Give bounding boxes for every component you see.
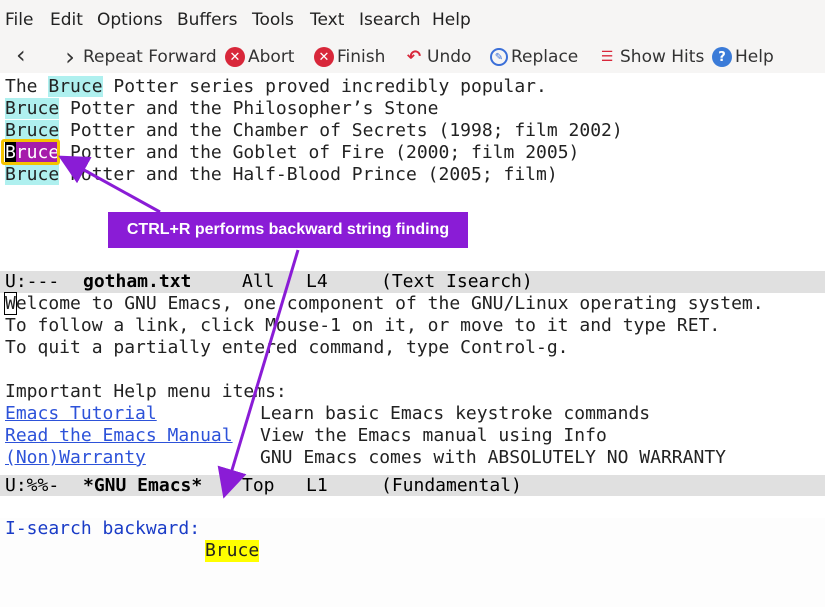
- modeline-mode: (Fundamental): [381, 475, 522, 496]
- menu-edit[interactable]: Edit: [50, 10, 83, 30]
- help-item-desc: GNU Emacs comes with ABSOLUTELY NO WARRA…: [260, 447, 726, 468]
- buffer-line: Bruce Potter and the Chamber of Secrets …: [5, 120, 623, 141]
- toolbar: ‹ › Repeat Forward ✕ Abort ✕ Finish ↶ Un…: [0, 40, 825, 73]
- buffer-line: The Bruce Potter series proved incredibl…: [5, 76, 547, 97]
- menu-bar: File Edit Options Buffers Tools Text Ise…: [0, 0, 825, 40]
- modeline-status: U:%%-: [5, 475, 60, 496]
- finish-icon: ✕: [314, 47, 334, 67]
- modeline-position: All: [242, 271, 275, 292]
- mode-line-top[interactable]: U:--- gotham.txt All L4 (Text Isearch): [0, 271, 825, 293]
- menu-isearch[interactable]: Isearch: [359, 10, 420, 30]
- welcome-window[interactable]: Welcome to GNU Emacs, one component of t…: [0, 292, 825, 475]
- back-button[interactable]: ‹: [16, 41, 26, 69]
- search-match: Bruce: [5, 98, 60, 119]
- isearch-prompt: I-search backward:: [5, 518, 211, 539]
- search-match: Bruce: [5, 164, 60, 185]
- help-item: Read the Emacs Manual: [5, 425, 233, 447]
- repeat-forward-button[interactable]: › Repeat Forward: [60, 43, 217, 71]
- replace-button[interactable]: ✎ Replace: [490, 45, 578, 69]
- welcome-line: To quit a partially entered command, typ…: [5, 337, 569, 358]
- chevron-right-icon: ›: [65, 43, 75, 71]
- undo-button[interactable]: ↶ Undo: [404, 45, 472, 69]
- help-label: Help: [735, 47, 774, 67]
- show-hits-label: Show Hits: [620, 47, 705, 67]
- help-icon: ?: [712, 47, 732, 67]
- annotation-callout: CTRL+R performs backward string finding: [108, 212, 468, 248]
- text-cursor: W: [4, 292, 17, 315]
- finish-button[interactable]: ✕ Finish: [314, 45, 385, 69]
- show-hits-button[interactable]: ☰ Show Hits: [597, 45, 705, 69]
- modeline-line: L1: [306, 475, 328, 496]
- menu-options[interactable]: Options: [97, 10, 163, 30]
- menu-help[interactable]: Help: [432, 10, 471, 30]
- abort-icon: ✕: [225, 47, 245, 67]
- modeline-line: L4: [306, 271, 328, 292]
- minibuffer[interactable]: I-search backward: Bruce: [0, 496, 825, 562]
- modeline-position: Top: [242, 475, 275, 496]
- menu-tools[interactable]: Tools: [252, 10, 294, 30]
- welcome-line: To follow a link, click Mouse-1 on it, o…: [5, 315, 721, 336]
- help-item: (Non)Warranty: [5, 447, 146, 469]
- help-button[interactable]: ? Help: [712, 45, 774, 69]
- replace-icon: ✎: [490, 48, 508, 66]
- help-item: Emacs Tutorial: [5, 403, 157, 425]
- help-heading: Important Help menu items:: [5, 381, 287, 402]
- emacs-tutorial-link[interactable]: Emacs Tutorial: [5, 403, 157, 424]
- modeline-mode: (Text Isearch): [381, 271, 533, 292]
- search-match: Bruce: [48, 76, 103, 97]
- menu-file[interactable]: File: [5, 10, 33, 30]
- undo-icon: ↶: [406, 47, 422, 67]
- buffer-line: Bruce Potter and the Half-Blood Prince (…: [5, 164, 558, 185]
- mode-line-bottom[interactable]: U:%%- *GNU Emacs* Top L1 (Fundamental): [0, 475, 825, 497]
- current-match-highlight-box: [1, 139, 60, 165]
- undo-label: Undo: [427, 47, 472, 67]
- modeline-status: U:---: [5, 271, 60, 292]
- repeat-forward-label: Repeat Forward: [83, 47, 217, 67]
- emacs-manual-link[interactable]: Read the Emacs Manual: [5, 425, 233, 446]
- help-item-desc: Learn basic Emacs keystroke commands: [260, 403, 651, 424]
- list-icon: ☰: [600, 49, 614, 65]
- chevron-left-icon: ‹: [16, 41, 26, 69]
- help-item-desc: View the Emacs manual using Info: [260, 425, 607, 446]
- isearch-query: Bruce: [205, 540, 260, 562]
- modeline-buffer-name: gotham.txt: [83, 271, 192, 292]
- finish-label: Finish: [337, 47, 386, 67]
- warranty-link[interactable]: (Non)Warranty: [5, 447, 146, 468]
- menu-text[interactable]: Text: [310, 10, 344, 30]
- modeline-buffer-name: *GNU Emacs*: [83, 475, 203, 496]
- menu-buffers[interactable]: Buffers: [177, 10, 237, 30]
- replace-label: Replace: [511, 47, 579, 67]
- abort-button[interactable]: ✕ Abort: [225, 45, 294, 69]
- welcome-line: Welcome to GNU Emacs, one component of t…: [4, 292, 764, 315]
- buffer-line: Bruce Potter and the Philosopher’s Stone: [5, 98, 439, 119]
- abort-label: Abort: [248, 47, 295, 67]
- buffer-line: Bruce Potter and the Goblet of Fire (200…: [5, 142, 580, 163]
- search-match: Bruce: [5, 120, 60, 141]
